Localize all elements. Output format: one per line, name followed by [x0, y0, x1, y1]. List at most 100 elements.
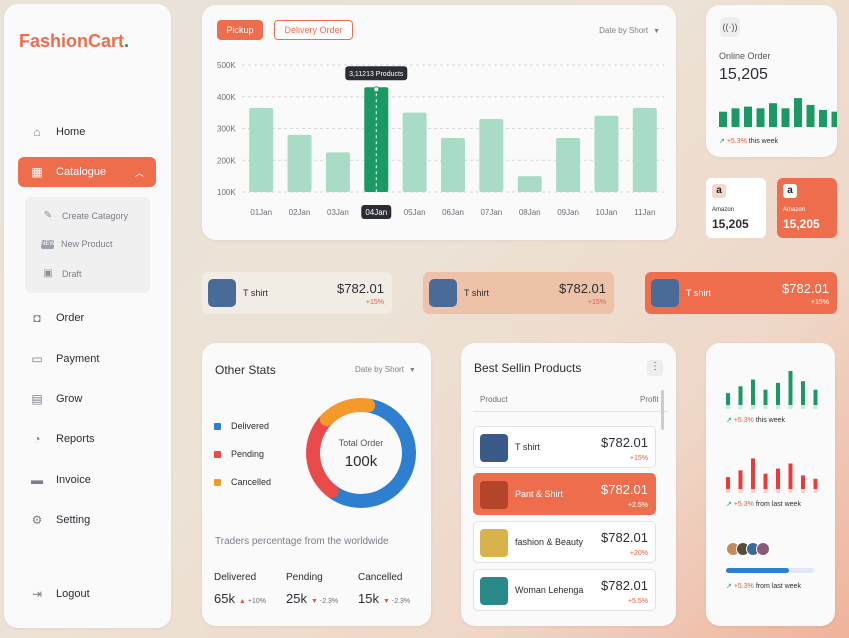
product-thumbnail: [208, 279, 236, 307]
green-change: ↗ +5.3% this week: [726, 417, 786, 424]
best-selling-card: Best Sellin Products ⋮ Product Profit T …: [461, 343, 676, 626]
sidebar-item-order[interactable]: ◘ Order: [18, 303, 156, 333]
gear-icon: ⚙: [31, 513, 43, 527]
mini-bar: [726, 393, 730, 405]
bar: [287, 134, 312, 192]
trend-up-icon: ↗: [726, 417, 732, 424]
mini-bar: [788, 371, 793, 405]
catalogue-submenu: ✎ Create Catagory NEW New Product ▣ Draft: [25, 197, 150, 293]
y-tick-label: 100K: [217, 188, 236, 197]
mini-bar-reflection: [813, 489, 818, 493]
trend-up-icon: ↗: [726, 583, 732, 590]
mini-bar: [744, 106, 752, 127]
amazon-card-highlighted[interactable]: a Amazon 15,205: [777, 178, 837, 238]
x-tick-label: 09Jan: [557, 208, 579, 217]
trend-up-icon: ↗: [726, 501, 732, 508]
mini-bar-reflection: [788, 405, 793, 409]
column-header-product: Product: [480, 395, 508, 404]
sidebar-item-grow[interactable]: ▤ Grow: [18, 384, 156, 414]
more-options-icon[interactable]: ⋮: [647, 360, 663, 376]
bar: [402, 112, 427, 192]
mini-bar-reflection: [751, 489, 755, 493]
document-icon: ▬: [31, 473, 43, 487]
sidebar-item-payment[interactable]: ▭ Payment: [18, 344, 156, 374]
product-thumbnail: [480, 529, 508, 557]
wallet-icon: ▭: [31, 352, 43, 366]
donut-segment: [319, 398, 376, 427]
y-tick-label: 400K: [217, 93, 236, 102]
x-tick-label: 10Jan: [596, 208, 618, 217]
donut-value: 100k: [344, 453, 378, 470]
green-mini-bars: [726, 371, 818, 409]
product-thumbnail: [651, 279, 679, 307]
table-row[interactable]: fashion & Beauty $782.01 +20%: [473, 521, 656, 563]
sidebar-item-reports[interactable]: ◔ Reports: [18, 424, 156, 454]
date-sort-dropdown[interactable]: Date by Short ▼: [355, 365, 416, 374]
table-row[interactable]: T shirt $782.01 +15%: [473, 426, 656, 468]
pencil-icon: ✎: [43, 210, 53, 221]
y-tick-label: 500K: [217, 61, 236, 70]
mini-bar: [794, 98, 802, 127]
broadcast-icon: ((·)): [720, 17, 740, 37]
pie-icon: ◔: [33, 432, 41, 446]
mini-bar: [776, 468, 780, 489]
new-badge-icon: NEW: [41, 239, 55, 249]
mini-bar: [781, 108, 790, 127]
mini-bar: [763, 389, 768, 405]
scrollbar[interactable]: [661, 390, 664, 430]
caret-down-icon: ▼: [408, 367, 416, 374]
stat-pending: Pending 25k ▼ -2.3%: [286, 572, 339, 606]
x-tick-label: 02Jan: [289, 208, 311, 217]
product-thumbnail: [480, 434, 508, 462]
x-tick-label: 01Jan: [250, 208, 272, 217]
bar: [441, 138, 465, 192]
x-tick-label: 05Jan: [404, 208, 426, 217]
sidebar-item-invoice[interactable]: ▬ Invoice: [18, 465, 156, 495]
product-thumbnail: [480, 481, 508, 509]
best-selling-title: Best Sellin Products: [474, 361, 582, 375]
mini-bar: [751, 379, 755, 405]
sidebar-item-home[interactable]: ⌂ Home: [18, 117, 156, 147]
avatar: [756, 542, 770, 556]
submenu-create-category[interactable]: ✎ Create Catagory: [41, 210, 128, 221]
bag-icon: ◘: [33, 311, 41, 325]
bar: [479, 118, 504, 192]
mini-bar-reflection: [776, 405, 780, 409]
x-tick-label: 03Jan: [327, 208, 349, 217]
tooltip-text: 3,11213 Products: [349, 71, 404, 78]
amazon-card[interactable]: a Amazon 15,205: [706, 178, 766, 238]
mini-bar: [806, 104, 815, 127]
product-strip-highlighted[interactable]: T shirt $782.01 +15%: [645, 272, 837, 314]
donut-label: Total Order: [338, 438, 384, 448]
progress-fill: [726, 568, 790, 573]
mini-bar-reflection: [776, 489, 780, 493]
legend-cancelled: Cancelled: [214, 477, 271, 487]
sidebar-item-setting[interactable]: ⚙ Setting: [18, 505, 156, 535]
product-strip[interactable]: T shirt $782.01 +15%: [423, 272, 614, 314]
progress-track: [726, 568, 814, 573]
bar-chart: 500K 400K 300K 200K 100K 01Jan 02Jan 03Jan 3,112…: [217, 61, 664, 219]
submenu-draft[interactable]: ▣ Draft: [41, 268, 81, 279]
table-row-highlighted[interactable]: Pant & Shirt $782.01 +2.5%: [473, 473, 656, 515]
online-order-card: ((·)) Online Order 15,205 ↗ +5.3% this w…: [706, 5, 837, 157]
red-change: ↗ +5.3% from last week: [726, 501, 801, 508]
red-mini-bars: [726, 458, 818, 493]
online-order-value: 15,205: [719, 66, 768, 83]
other-stats-title: Other Stats: [215, 363, 276, 377]
submenu-new-product[interactable]: NEW New Product: [41, 239, 113, 249]
divider: [473, 411, 668, 412]
table-row[interactable]: Woman Lehenga $782.01 +5.5%: [473, 569, 656, 611]
logout-button[interactable]: ⇥ Logout: [18, 579, 156, 609]
sidebar-item-catalogue[interactable]: ▦ Catalogue ︿: [18, 157, 156, 187]
mini-bar: [726, 477, 730, 489]
orders-chart-card: Pickup Delivery Order Date by Short ▼ 500…: [202, 5, 676, 240]
brand-logo[interactable]: FashionCart.: [19, 31, 129, 52]
product-strip[interactable]: T shirt $782.01 +15%: [202, 272, 392, 314]
save-icon: ▣: [43, 268, 53, 279]
mini-bar: [719, 111, 727, 127]
sidebar: FashionCart. ⌂ Home ▦ Catalogue ︿ ✎ Create C…: [4, 4, 171, 628]
legend-pending: Pending: [214, 449, 264, 459]
chevron-up-icon: ︿: [134, 167, 144, 178]
bar: [364, 87, 389, 192]
mini-bar: [801, 475, 805, 489]
